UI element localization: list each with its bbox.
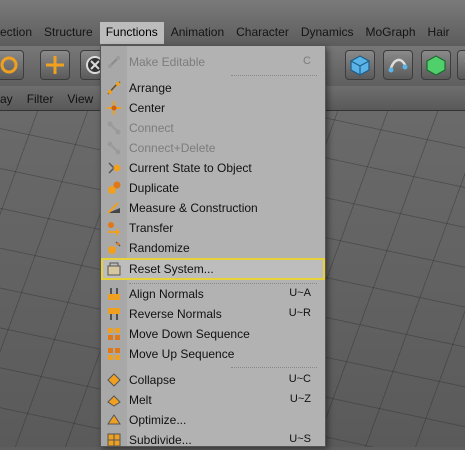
menu-item-label: Move Up Sequence	[129, 347, 235, 361]
current-state-icon	[108, 162, 121, 174]
menu-item-shortcut: U~Z	[289, 393, 311, 405]
menu-item-label: Connect+Delete	[129, 141, 216, 155]
menu-item-melt[interactable]: Melt U~Z	[101, 390, 325, 410]
array-tool-button[interactable]	[457, 50, 465, 80]
menu-item-label: Collapse	[129, 373, 176, 387]
menu-item-center[interactable]: Center	[101, 98, 325, 118]
menu-item-shortcut: U~A	[289, 287, 311, 299]
menu-item-reset-system[interactable]: Reset System...	[101, 258, 325, 280]
connect-delete-icon	[107, 141, 121, 155]
align-normals-icon	[108, 288, 120, 300]
menu-item-label: Transfer	[129, 221, 174, 235]
move-up-sequence-icon	[108, 348, 120, 360]
menu-item-label: Melt	[129, 393, 152, 407]
measure-icon	[107, 202, 120, 214]
menu-item-label: Duplicate	[129, 181, 180, 195]
arrange-icon	[107, 81, 121, 95]
optimize-icon	[107, 414, 121, 425]
connect-icon	[107, 121, 121, 135]
menu-item-arrange[interactable]: Arrange	[101, 78, 325, 98]
move-icon	[46, 56, 64, 74]
subdivision-cube-icon	[426, 55, 446, 76]
menu-item-label: Current State to Object	[129, 161, 252, 175]
functions-dropdown-menu: Make Editable C Arrange Center Connect C…	[100, 46, 326, 447]
subdivide-icon	[107, 433, 121, 447]
rotate-icon	[0, 56, 18, 74]
menu-item-shortcut: C	[303, 55, 311, 67]
menu-item-shortcut: U~R	[288, 307, 311, 319]
menu-item-label: Randomize	[129, 241, 190, 255]
center-icon	[107, 101, 121, 115]
menubar-items: ection Structure Functions Animation Cha…	[0, 22, 456, 44]
menu-item-label: Move Down Sequence	[129, 327, 250, 341]
menu-item-transfer[interactable]: Transfer	[101, 218, 325, 238]
array-icon	[464, 60, 465, 62]
menu-item-label: Reverse Normals	[129, 307, 222, 321]
menu-item-label: Center	[129, 101, 166, 115]
menu-selection[interactable]: ection	[0, 22, 38, 44]
make-editable-icon	[108, 56, 120, 68]
subdivision-tool-button[interactable]	[421, 50, 451, 80]
menu-mograph[interactable]: MoGraph	[360, 22, 422, 44]
menu-item-reverse-normals[interactable]: Reverse Normals U~R	[101, 304, 325, 324]
submenu-view[interactable]: View	[60, 86, 100, 110]
menu-item-label: Measure & Construction	[129, 201, 258, 215]
submenu-filter[interactable]: Filter	[20, 86, 61, 110]
menu-item-align-normals[interactable]: Align Normals U~A	[101, 284, 325, 304]
menu-item-subdivide[interactable]: Subdivide... U~S	[101, 430, 325, 450]
duplicate-icon	[108, 181, 121, 194]
menu-item-make-editable[interactable]: Make Editable C	[101, 52, 325, 72]
melt-icon	[107, 395, 121, 407]
spline-tool-button[interactable]	[383, 50, 413, 80]
spline-pen-icon	[388, 58, 408, 73]
menu-item-optimize[interactable]: Optimize...	[101, 410, 325, 430]
menu-item-shortcut: U~S	[289, 433, 311, 445]
menu-item-shortcut: U~C	[288, 373, 311, 385]
menu-character[interactable]: Character	[230, 22, 295, 44]
randomize-icon	[108, 241, 121, 254]
cube-tool-button[interactable]	[345, 50, 375, 80]
menu-item-current-state-to-object[interactable]: Current State to Object	[101, 158, 325, 178]
rotate-tool-button[interactable]	[0, 50, 24, 80]
menu-item-label: Reset System...	[129, 262, 214, 276]
reset-system-icon	[107, 262, 121, 276]
menu-item-collapse[interactable]: Collapse U~C	[101, 370, 325, 390]
menu-functions[interactable]: Functions	[99, 22, 164, 44]
menu-item-connect-delete[interactable]: Connect+Delete	[101, 138, 325, 158]
menu-item-label: Connect	[129, 121, 174, 135]
reverse-normals-icon	[108, 308, 120, 320]
menu-item-label: Align Normals	[129, 287, 204, 301]
transfer-icon	[108, 222, 120, 236]
menu-item-connect[interactable]: Connect	[101, 118, 325, 138]
move-down-sequence-icon	[108, 328, 120, 340]
menu-item-duplicate[interactable]: Duplicate	[101, 178, 325, 198]
menu-item-label: Arrange	[129, 81, 172, 95]
menu-item-move-up-sequence[interactable]: Move Up Sequence	[101, 344, 325, 364]
cube-icon	[350, 55, 370, 76]
menu-separator	[231, 367, 317, 369]
menu-item-label: Optimize...	[129, 413, 187, 427]
menu-dynamics[interactable]: Dynamics	[295, 22, 360, 44]
move-tool-button[interactable]	[40, 50, 70, 80]
menu-animation[interactable]: Animation	[165, 22, 230, 44]
menu-structure[interactable]: Structure	[38, 22, 99, 44]
menu-item-move-down-sequence[interactable]: Move Down Sequence	[101, 324, 325, 344]
submenu-display[interactable]: ay	[0, 86, 20, 110]
menu-item-label: Subdivide...	[129, 433, 192, 447]
collapse-icon	[107, 373, 121, 387]
menu-separator	[231, 75, 317, 77]
menu-hair[interactable]: Hair	[422, 22, 456, 44]
menu-item-label: Make Editable	[129, 55, 206, 69]
menu-item-measure-construction[interactable]: Measure & Construction	[101, 198, 325, 218]
menubar: ection Structure Functions Animation Cha…	[0, 0, 465, 47]
menu-item-randomize[interactable]: Randomize	[101, 238, 325, 258]
